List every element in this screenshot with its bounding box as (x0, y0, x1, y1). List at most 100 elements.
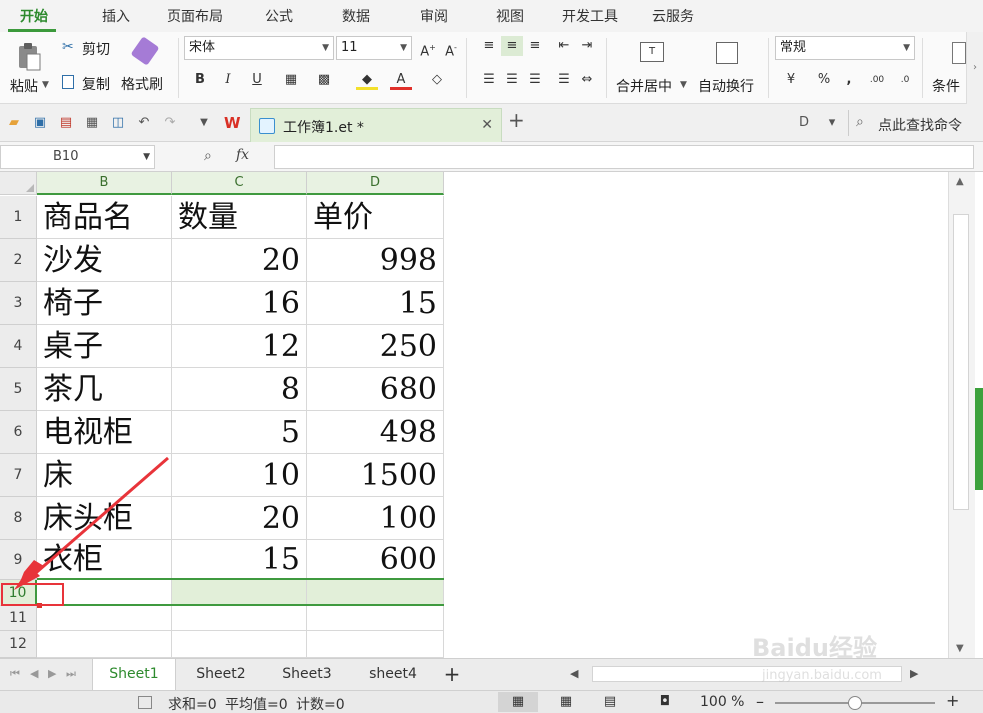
tab-cloud[interactable]: 云服务 (652, 6, 694, 28)
merge-center-button[interactable]: T 合并居中 ▼ (614, 36, 690, 100)
cell-b1[interactable]: 商品名 (37, 196, 172, 239)
vertical-scrollbar[interactable]: ▲ ▼ (948, 172, 975, 658)
paste-button[interactable]: 粘贴 ▼ (6, 36, 52, 100)
scrollbar-thumb[interactable] (953, 214, 969, 510)
doc-icon[interactable]: D (796, 115, 812, 131)
wps-logo-icon[interactable]: W (224, 115, 241, 131)
last-sheet-icon[interactable]: ⏭ (66, 667, 76, 681)
align-right-icon[interactable]: ☰ (524, 70, 546, 90)
cell-d12[interactable] (307, 631, 444, 658)
first-sheet-icon[interactable]: ⏮ (10, 667, 20, 681)
fill-color-icon[interactable]: ◆ (356, 70, 378, 90)
column-header-b[interactable]: B (37, 172, 172, 195)
tab-data[interactable]: 数据 (342, 6, 370, 28)
scroll-down-icon[interactable]: ▼ (956, 643, 964, 654)
scroll-left-icon[interactable]: ◀ (570, 667, 578, 680)
tab-view[interactable]: 视图 (496, 6, 524, 28)
justify-icon[interactable]: ☰ (553, 70, 575, 90)
redo-icon[interactable]: ↷ (162, 115, 178, 131)
zoom-lens-icon[interactable]: ⌕ (204, 148, 212, 164)
cell-c12[interactable] (172, 631, 307, 658)
scroll-right-icon[interactable]: ▶ (910, 667, 918, 680)
row-header-4[interactable]: 4 (0, 325, 37, 368)
row-header-1[interactable]: 1 (0, 196, 37, 239)
prev-sheet-icon[interactable]: ◀ (30, 667, 38, 680)
cell-d11[interactable] (307, 606, 444, 631)
conditional-format-button[interactable]: 条件 (928, 36, 968, 100)
formula-input[interactable] (274, 145, 974, 169)
cell-b7[interactable]: 床 (37, 454, 172, 497)
zoom-in-icon[interactable]: + (946, 691, 959, 710)
cell-c10[interactable] (172, 580, 307, 606)
cut-button[interactable]: ✂ 剪切 (60, 38, 120, 60)
align-bottom-icon[interactable]: ≡ (524, 36, 546, 56)
sheet-tab-2[interactable]: Sheet2 (180, 659, 262, 690)
fill-pattern-icon[interactable]: ▩ (313, 70, 335, 90)
zoom-out-icon[interactable]: – (756, 692, 764, 711)
cell-d3[interactable]: 15 (307, 282, 444, 325)
open-folder-icon[interactable]: ▰ (6, 115, 22, 131)
tab-developer[interactable]: 开发工具 (562, 6, 618, 28)
align-center-icon[interactable]: ☰ (501, 70, 523, 90)
cell-d1[interactable]: 单价 (307, 196, 444, 239)
cell-c5[interactable]: 8 (172, 368, 307, 411)
export-pdf-icon[interactable]: ▤ (58, 115, 74, 131)
increase-decimal-button[interactable]: .00 (866, 70, 888, 90)
font-name-select[interactable]: 宋体 ▼ (184, 36, 334, 60)
cell-d10[interactable] (307, 580, 444, 606)
row-header-8[interactable]: 8 (0, 497, 37, 540)
cell-c6[interactable]: 5 (172, 411, 307, 454)
wrap-text-button[interactable]: 自动换行 (696, 36, 762, 100)
cell-b6[interactable]: 电视柜 (37, 411, 172, 454)
tab-formulas[interactable]: 公式 (265, 6, 293, 28)
page-layout-view-icon[interactable]: ▤ (600, 692, 620, 712)
cell-b4[interactable]: 桌子 (37, 325, 172, 368)
side-panel-toggle[interactable] (975, 388, 983, 490)
sheet-tab-3[interactable]: Sheet3 (266, 659, 348, 690)
cell-b2[interactable]: 沙发 (37, 239, 172, 282)
document-tab[interactable]: 工作簿1.et * ✕ (250, 108, 502, 142)
close-icon[interactable]: ✕ (481, 117, 493, 133)
fx-button[interactable]: fx (236, 147, 249, 163)
cell-c1[interactable]: 数量 (172, 196, 307, 239)
name-box[interactable]: B10 ▼ (0, 145, 155, 169)
cell-b5[interactable]: 茶几 (37, 368, 172, 411)
reading-mode-icon[interactable]: ◘ (652, 692, 678, 712)
row-header-6[interactable]: 6 (0, 411, 37, 454)
align-middle-icon[interactable]: ≡ (501, 36, 523, 56)
cell-b3[interactable]: 椅子 (37, 282, 172, 325)
sheet-tab-1[interactable]: Sheet1 (92, 659, 176, 690)
format-painter-button[interactable]: 格式刷 (121, 36, 171, 100)
clear-format-icon[interactable]: ◇ (426, 70, 448, 90)
align-left-icon[interactable]: ☰ (478, 70, 500, 90)
comma-button[interactable]: , (838, 70, 860, 90)
tab-review[interactable]: 审阅 (420, 6, 448, 28)
cell-d6[interactable]: 498 (307, 411, 444, 454)
font-color-icon[interactable]: A (390, 70, 412, 90)
decrease-decimal-icon[interactable]: .0 (894, 70, 916, 90)
underline-button[interactable]: U (246, 70, 268, 90)
cell-c9[interactable]: 15 (172, 540, 307, 580)
cell-d9[interactable]: 600 (307, 540, 444, 580)
next-sheet-icon[interactable]: ▶ (48, 667, 56, 680)
cell-c2[interactable]: 20 (172, 239, 307, 282)
zoom-level[interactable]: 100 % (700, 694, 744, 710)
align-top-icon[interactable]: ≡ (478, 36, 500, 56)
copy-button[interactable]: 复制 (60, 72, 120, 94)
zoom-slider-thumb[interactable] (848, 696, 862, 710)
row-header-11[interactable]: 11 (0, 606, 37, 631)
tab-page-layout[interactable]: 页面布局 (167, 6, 223, 28)
skin-icon[interactable]: ▾ (824, 115, 840, 131)
decrease-indent-icon[interactable]: ⇤ (553, 36, 575, 56)
row-header-12[interactable]: 12 (0, 631, 37, 658)
horizontal-scrollbar[interactable] (592, 666, 902, 682)
cell-d4[interactable]: 250 (307, 325, 444, 368)
bold-button[interactable]: B (189, 70, 211, 90)
tab-insert[interactable]: 插入 (102, 6, 130, 28)
font-size-select[interactable]: 11 ▼ (336, 36, 412, 60)
row-header-5[interactable]: 5 (0, 368, 37, 411)
italic-button[interactable]: I (217, 70, 239, 90)
undo-icon[interactable]: ↶ (136, 115, 152, 131)
row-header-9[interactable]: 9 (0, 540, 37, 580)
increase-font-size-icon[interactable]: A+ (417, 38, 439, 59)
